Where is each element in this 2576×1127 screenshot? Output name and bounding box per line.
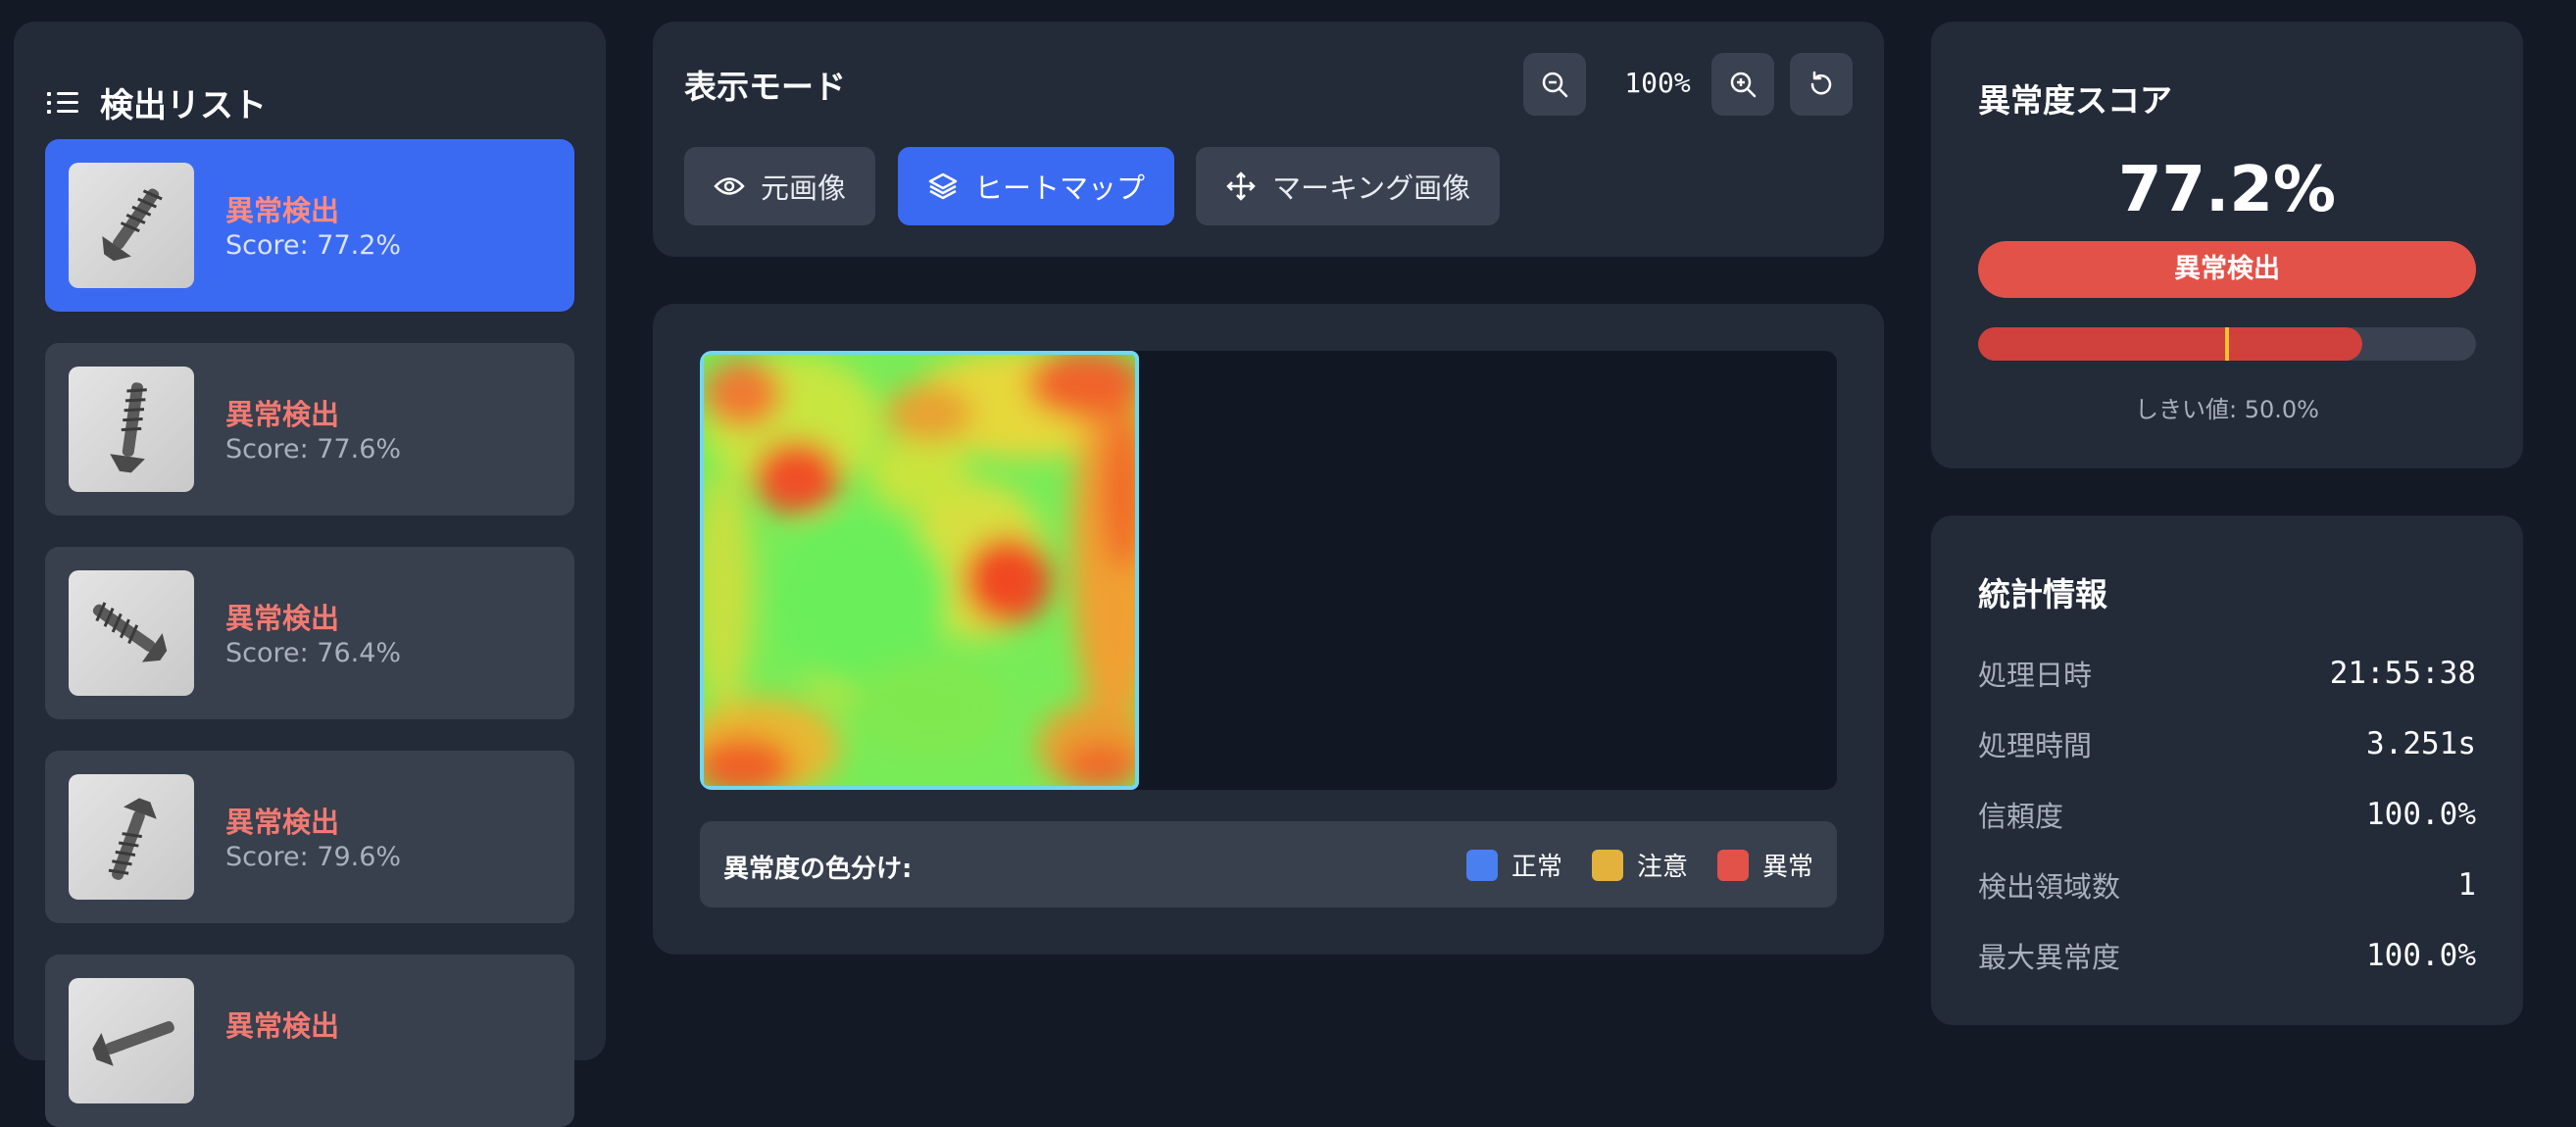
legend-swatch-normal [1465,849,1498,881]
heatmap-image[interactable] [700,351,1139,790]
zoom-out-button[interactable] [1523,53,1586,116]
zoom-level: 100% [1624,67,1691,99]
legend-label-anomaly: 異常 [1761,853,1813,882]
legend-swatch-anomaly [1716,849,1749,881]
legend-label-caution: 注意 [1636,853,1688,882]
item-status: 異常検出 [225,1009,340,1043]
image-canvas[interactable] [700,351,1837,790]
mode-marking-label: マーキング画像 [1272,172,1471,205]
layers-icon [928,172,958,200]
item-thumbnail [69,570,194,696]
image-viewer-panel: 異常度の色分け: 正常 注意 異常 [653,304,1884,955]
stat-label: 処理時間 [1978,729,2093,762]
anomaly-score-value: 77.2% [2117,154,2337,226]
zoom-in-button[interactable] [1711,53,1774,116]
statistics-title: 統計情報 [1978,575,2107,613]
display-mode-title: 表示モード [684,68,846,106]
zoom-out-icon [1542,72,1568,98]
item-thumbnail [69,978,194,1103]
legend-label-normal: 正常 [1511,853,1562,882]
mode-heatmap-label: ヒートマップ [974,172,1146,205]
statistics-panel: 統計情報 処理日時 21:55:38 処理時間 3.251s 信頼度 100.0… [1931,515,2523,1025]
list-item[interactable]: 異常検出 [45,955,574,1127]
item-thumbnail [69,367,194,492]
move-icon [1226,172,1256,201]
item-status: 異常検出 [225,602,340,635]
detection-list-title: 検出リスト [100,86,267,125]
list-item[interactable]: 異常検出 Score: 77.6% [45,343,574,515]
rotate-icon [1810,71,1832,95]
display-mode-panel: 表示モード 100% 元画像 ヒートマップ マーキング画像 [653,22,1884,257]
detection-list-header: 検出リスト [47,78,267,126]
stat-label: 検出領域数 [1978,870,2121,904]
anomaly-score-title: 異常度スコア [1978,81,2172,120]
list-item[interactable]: 異常検出 Score: 79.6% [45,751,574,923]
status-badge: 異常検出 [1978,241,2476,298]
item-score: Score: 77.2% [225,230,402,261]
legend-title: 異常度の色分け: [723,855,913,884]
item-thumbnail [69,774,194,900]
detection-list-panel: 検出リスト 異常検出 Score: 77.2% 異常検出 Score: 77.6… [14,22,606,1127]
heatmap-graphic [704,355,1135,786]
stat-value: 3.251s [2366,726,2476,761]
legend-item-caution: 注意 [1591,847,1688,883]
threshold-marker [2225,327,2229,361]
mode-marking-button[interactable]: マーキング画像 [1196,147,1501,225]
anomaly-score-panel: 異常度スコア 77.2% 異常検出 しきい値: 50.0% [1931,22,2523,468]
list-item[interactable]: 異常検出 Score: 77.2% [45,139,574,312]
mode-heatmap-button[interactable]: ヒートマップ [898,147,1175,225]
eye-icon [714,177,745,195]
item-score: Score: 79.6% [225,842,402,872]
legend-item-normal: 正常 [1465,847,1562,883]
stat-row: 処理時間 3.251s [1978,723,2476,764]
list-icon [47,90,78,116]
color-legend: 異常度の色分け: 正常 注意 異常 [700,821,1837,907]
score-progress-bar [1978,327,2476,361]
stat-row: 信頼度 100.0% [1978,794,2476,835]
item-score: Score: 77.6% [225,434,402,465]
stat-label: 信頼度 [1978,800,2064,833]
stat-label: 最大異常度 [1978,941,2121,974]
stat-row: 最大異常度 100.0% [1978,935,2476,976]
item-status: 異常検出 [225,806,340,839]
stat-row: 処理日時 21:55:38 [1978,653,2476,694]
stat-value: 1 [2457,867,2476,903]
mode-original-button[interactable]: 元画像 [684,147,876,225]
score-progress-fill [1978,327,2363,361]
stat-value: 21:55:38 [2329,656,2476,691]
stat-value: 100.0% [2366,938,2476,973]
list-item[interactable]: 異常検出 Score: 76.4% [45,547,574,719]
legend-item-anomaly: 異常 [1716,847,1813,883]
stat-value: 100.0% [2366,797,2476,832]
stat-label: 処理日時 [1978,659,2093,692]
item-status: 異常検出 [225,194,340,227]
item-score: Score: 76.4% [225,638,402,668]
item-thumbnail [69,163,194,288]
stat-row: 検出領域数 1 [1978,864,2476,906]
legend-swatch-caution [1591,849,1623,881]
zoom-in-icon [1730,72,1757,98]
threshold-label: しきい値: 50.0% [2135,396,2319,423]
mode-original-label: 元画像 [761,172,847,205]
reset-view-button[interactable] [1790,53,1853,116]
item-status: 異常検出 [225,398,340,431]
